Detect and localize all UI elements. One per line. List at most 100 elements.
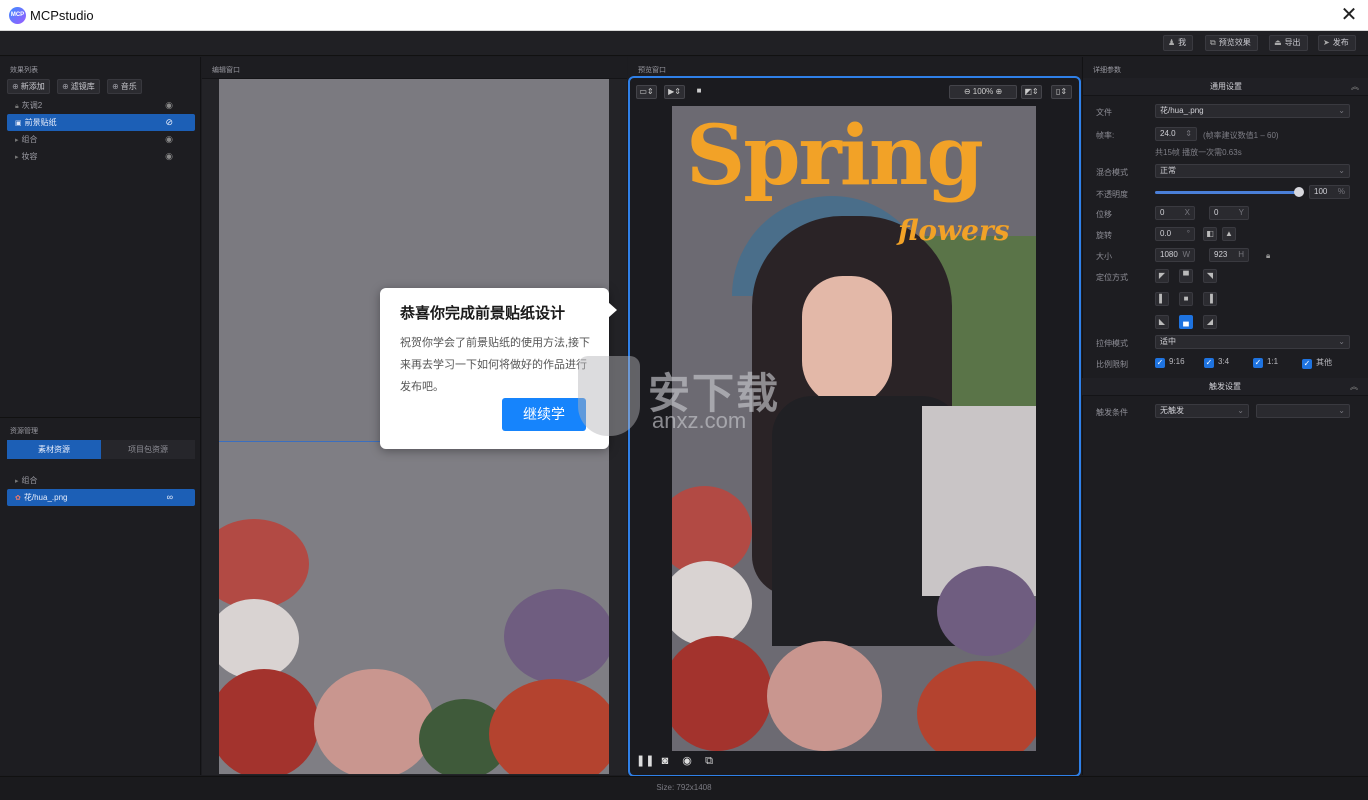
blend-mode-select[interactable]: 正常 ⌄: [1155, 164, 1350, 178]
flower-sticker: [504, 589, 609, 684]
check-icon: ✓: [1302, 359, 1312, 369]
file-label: 文件: [1096, 108, 1112, 117]
preview-effect-button[interactable]: ⧉ 预览效果: [1205, 35, 1258, 51]
camera-icon[interactable]: ■: [692, 85, 706, 99]
export-icon: ⏏: [1274, 38, 1282, 47]
popup-title: 恭喜你完成前景贴纸设计: [400, 305, 566, 322]
layer-item[interactable]: ▸ 组合 ◉: [7, 131, 195, 148]
stepper-icon[interactable]: ⇕: [1185, 128, 1192, 140]
ratio-9-16-checkbox[interactable]: ✓ 9:16: [1155, 357, 1185, 368]
trigger-settings-header[interactable]: 触发设置 ︽: [1082, 378, 1368, 396]
flower-sticker: [314, 669, 434, 774]
device-select-icon[interactable]: ▯⇕: [1051, 85, 1072, 99]
flower-sticker: [767, 641, 882, 751]
flip-horizontal-icon[interactable]: ◧: [1203, 227, 1217, 241]
image-mode-icon[interactable]: ▭⇕: [636, 85, 657, 99]
expand-arrow-icon[interactable]: ▸: [15, 137, 19, 144]
size-width-input[interactable]: 1080 W: [1155, 248, 1195, 262]
music-button[interactable]: ⊕ 音乐: [107, 79, 142, 94]
anchor-bottom-left-icon[interactable]: ◣: [1155, 315, 1169, 329]
collapse-icon[interactable]: ︽: [1350, 378, 1358, 396]
layer-item[interactable]: 🔒︎ 灰调2 ◉: [7, 97, 195, 114]
opacity-slider[interactable]: [1155, 191, 1300, 194]
app-title: MCPstudio: [30, 8, 94, 23]
publish-button[interactable]: ➤ 发布: [1318, 35, 1356, 51]
flowers-subtitle: flowers: [898, 214, 1010, 247]
pause-icon[interactable]: ❚❚: [636, 754, 654, 768]
export-button[interactable]: ⏏ 导出: [1269, 35, 1308, 51]
expand-arrow-icon[interactable]: ▸: [15, 478, 19, 485]
background-toggle-icon[interactable]: ◩⇕: [1021, 85, 1042, 99]
layer-item[interactable]: ▸ 妆容 ◉: [7, 148, 195, 165]
blend-mode-label: 混合模式: [1096, 168, 1128, 177]
frames-info: 共15帧 播放一次需0.63s: [1155, 148, 1242, 157]
zoom-in-icon[interactable]: ⊕: [995, 87, 1002, 96]
ratio-limit-label: 比例限制: [1096, 360, 1128, 369]
stretch-mode-label: 拉伸模式: [1096, 339, 1128, 348]
zoom-out-icon[interactable]: ⊖: [964, 87, 971, 96]
file-select[interactable]: 花/hua_.png ⌄: [1155, 104, 1350, 118]
lock-ratio-icon[interactable]: 🔒︎: [1266, 251, 1270, 261]
expand-arrow-icon[interactable]: ▸: [15, 154, 19, 161]
record-icon[interactable]: ◉: [680, 754, 694, 768]
continue-learning-button[interactable]: 继续学: [502, 398, 586, 431]
tab-project-resources[interactable]: 项目包资源: [101, 440, 195, 459]
collapse-icon[interactable]: ︽: [1351, 78, 1359, 96]
plus-circle-icon: ⊕: [112, 82, 119, 91]
resource-item[interactable]: ▸ 组合: [7, 472, 195, 489]
chevron-down-icon: ⌄: [1338, 337, 1345, 346]
effects-list-header: 效果列表: [10, 67, 38, 74]
eye-icon[interactable]: ◉: [165, 131, 173, 148]
stretch-mode-select[interactable]: 适中 ⌄: [1155, 335, 1350, 349]
preview-icon: ⧉: [1210, 38, 1216, 47]
anchor-top-left-icon[interactable]: ◤: [1155, 269, 1169, 283]
anchor-right-icon[interactable]: ▐: [1203, 292, 1217, 306]
trigger-secondary-select[interactable]: ⌄: [1256, 404, 1350, 418]
opacity-slider-handle[interactable]: [1294, 187, 1304, 197]
watermark: 安下载 anxz.com: [578, 356, 808, 441]
ratio-3-4-checkbox[interactable]: ✓ 3:4: [1204, 357, 1229, 368]
trigger-condition-label: 触发条件: [1096, 408, 1128, 417]
filter-library-button[interactable]: ⊕ 滤镜库: [57, 79, 100, 94]
resources-section: 资源管理 素材资源 项目包资源 ▸ 组合 ✿ 花/hua_.png ∞: [0, 417, 201, 775]
plus-circle-icon: ⊕: [12, 82, 19, 91]
check-icon: ✓: [1253, 358, 1263, 368]
zoom-control[interactable]: ⊖ 100% ⊕: [949, 85, 1017, 99]
anchor-bottom-right-icon[interactable]: ◢: [1203, 315, 1217, 329]
size-height-input[interactable]: 923 H: [1209, 248, 1249, 262]
ratio-other-checkbox[interactable]: ✓ 其他: [1302, 357, 1332, 369]
flower-thumb-icon: ✿: [15, 495, 21, 502]
layer-item-selected[interactable]: ▣ 前景贴纸 ⊘: [7, 114, 195, 131]
anchor-bottom-icon[interactable]: ▄: [1179, 315, 1193, 329]
video-mode-icon[interactable]: ▶⇕: [664, 85, 685, 99]
screenshot-icon[interactable]: ◙: [658, 754, 672, 768]
position-y-input[interactable]: 0Y: [1209, 206, 1249, 220]
flip-vertical-icon[interactable]: ▲: [1222, 227, 1236, 241]
eye-icon[interactable]: ◉: [165, 148, 173, 165]
eye-off-icon[interactable]: ⊘: [165, 114, 173, 131]
me-button[interactable]: ♟ 我: [1163, 35, 1194, 51]
rotate-input[interactable]: 0.0 °: [1155, 227, 1195, 241]
position-x-input[interactable]: 0X: [1155, 206, 1195, 220]
fps-input[interactable]: 24.0 ⇕: [1155, 127, 1197, 141]
anchor-center-icon[interactable]: ■: [1179, 292, 1193, 306]
zoom-value[interactable]: 100%: [973, 87, 993, 96]
close-icon[interactable]: ✕: [1336, 2, 1362, 28]
position-label: 位移: [1096, 210, 1112, 219]
general-settings-header[interactable]: 通用设置 ︽: [1083, 78, 1368, 96]
check-icon: ✓: [1155, 358, 1165, 368]
trigger-condition-select[interactable]: 无触发 ⌄: [1155, 404, 1249, 418]
resource-item-selected[interactable]: ✿ 花/hua_.png ∞: [7, 489, 195, 506]
copy-icon[interactable]: ⧉: [702, 754, 716, 768]
ratio-1-1-checkbox[interactable]: ✓ 1:1: [1253, 357, 1278, 368]
opacity-input[interactable]: 100%: [1309, 185, 1350, 199]
anchor-top-right-icon[interactable]: ◥: [1203, 269, 1217, 283]
chevron-down-icon: ⌄: [1237, 406, 1244, 415]
chevron-down-icon: ⌄: [1338, 166, 1345, 175]
eye-icon[interactable]: ◉: [165, 97, 173, 114]
add-new-button[interactable]: ⊕ 新添加: [7, 79, 50, 94]
anchor-top-icon[interactable]: ▀: [1179, 269, 1193, 283]
anchor-left-icon[interactable]: ▌: [1155, 292, 1169, 306]
tab-material-resources[interactable]: 素材资源: [7, 440, 101, 459]
link-icon[interactable]: ∞: [167, 489, 173, 506]
